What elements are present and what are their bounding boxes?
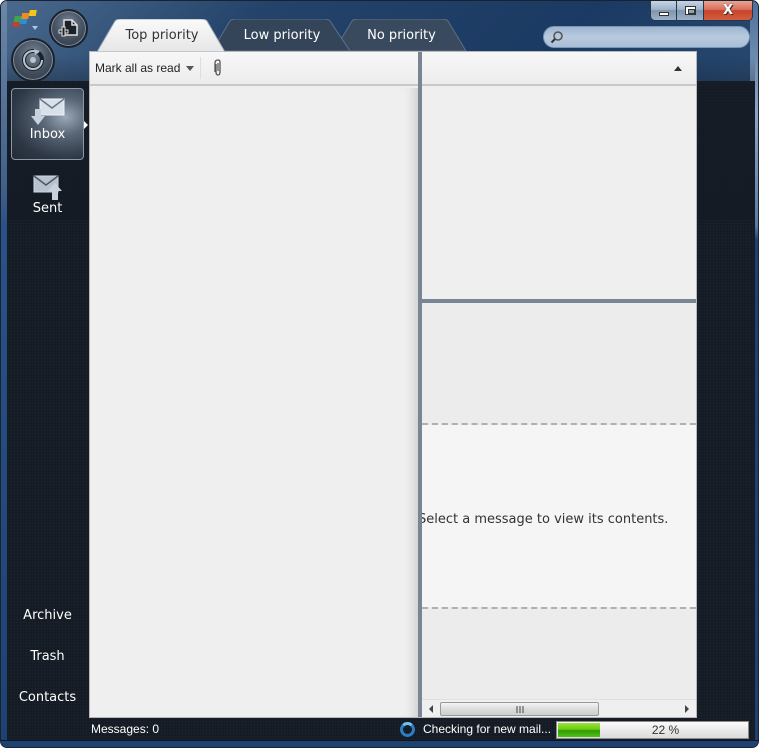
new-message-button[interactable]: [49, 9, 88, 48]
message-list[interactable]: [90, 88, 418, 717]
tab-label: Low priority: [243, 27, 321, 43]
collapse-up-icon[interactable]: [674, 66, 682, 71]
empty-preview-message: Select a message to view its contents.: [422, 512, 669, 527]
sidebar-item-sent[interactable]: Sent: [11, 173, 84, 225]
paperclip-icon[interactable]: [213, 59, 223, 77]
tab-label: Top priority: [125, 27, 199, 43]
tab-top-priority[interactable]: Top priority: [97, 19, 227, 52]
scroll-right-icon[interactable]: [685, 704, 689, 713]
tab-low-priority[interactable]: Low priority: [212, 19, 352, 51]
scrollbar-thumb[interactable]: [440, 702, 599, 716]
sidebar-item-trash[interactable]: Trash: [11, 649, 84, 664]
caption-buttons: X: [650, 1, 753, 21]
scroll-left-icon[interactable]: [429, 704, 433, 713]
new-message-icon: [58, 18, 78, 36]
search-box[interactable]: [543, 26, 750, 48]
sidebar-item-label: Sent: [32, 201, 63, 216]
message-header-toolbar: [422, 52, 696, 86]
app-menu-button[interactable]: [11, 9, 41, 31]
sidebar-item-contacts[interactable]: Contacts: [11, 690, 84, 705]
mark-all-read-label: Mark all as read: [95, 61, 181, 75]
chevron-down-icon[interactable]: [186, 65, 195, 71]
window-bottom-border: [1, 740, 758, 747]
refresh-button[interactable]: [11, 38, 55, 82]
mark-all-read-button[interactable]: Mark all as read: [95, 57, 202, 79]
sidebar-item-archive[interactable]: Archive: [11, 608, 84, 623]
minimize-icon: [658, 11, 669, 16]
search-input[interactable]: [568, 28, 748, 46]
preview-body: Select a message to view its contents.: [422, 425, 696, 607]
message-headers-area: [422, 88, 696, 299]
horizontal-scrollbar[interactable]: [422, 699, 696, 717]
progress-label: 22 %: [651, 723, 680, 737]
message-count: Messages: 0: [91, 722, 160, 736]
preview-footer-area: [422, 607, 696, 699]
refresh-icon: [22, 49, 44, 71]
sent-icon: [33, 175, 62, 200]
sidebar-item-label: Inbox: [29, 127, 66, 142]
maximize-icon: [684, 6, 696, 15]
maximize-button[interactable]: [677, 1, 704, 20]
tab-no-priority[interactable]: No priority: [334, 19, 469, 51]
app-window: X No priority Low priority Top priority …: [0, 0, 759, 748]
checking-status: Checking for new mail...: [423, 722, 552, 736]
app-menu-icon: [11, 10, 38, 30]
search-icon: [550, 31, 563, 44]
preview-header-area: [422, 303, 696, 425]
minimize-button[interactable]: [651, 1, 678, 20]
main-panel: Mark all as read Select a message to vie…: [89, 51, 697, 718]
close-icon: X: [722, 3, 733, 18]
loading-spinner-icon: [400, 722, 415, 737]
inbox-icon: [30, 98, 64, 125]
message-list-toolbar: Mark all as read: [90, 52, 418, 86]
grip-icon: [516, 705, 523, 713]
sync-progress-bar: 22 %: [556, 721, 749, 739]
tab-label: No priority: [367, 27, 436, 43]
close-button[interactable]: X: [703, 1, 752, 20]
sidebar-item-inbox[interactable]: Inbox: [11, 88, 88, 160]
